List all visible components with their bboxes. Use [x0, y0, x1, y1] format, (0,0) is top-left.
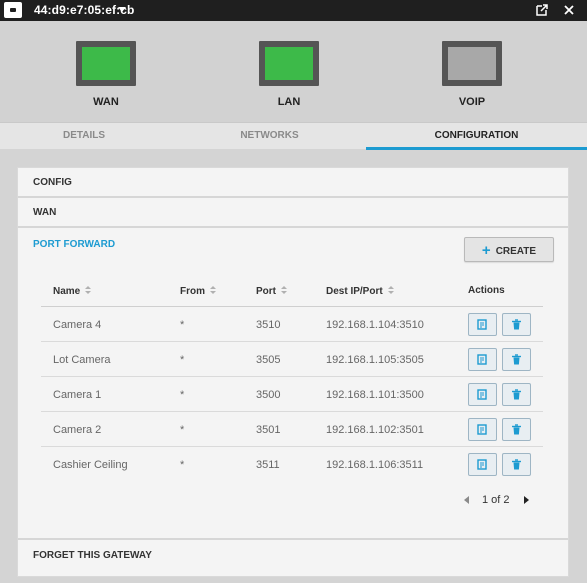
- edit-button[interactable]: [468, 348, 497, 371]
- table-row: Cashier Ceiling * 3511 192.168.1.106:351…: [41, 447, 543, 482]
- tab-configuration[interactable]: CONFIGURATION: [366, 123, 587, 150]
- row-from: *: [180, 354, 185, 366]
- row-port: 3505: [256, 354, 281, 366]
- edit-icon: [477, 354, 487, 365]
- row-port: 3510: [256, 319, 281, 331]
- port-voip-indicator: [442, 41, 502, 86]
- port-wan-label: WAN: [93, 96, 119, 108]
- delete-button[interactable]: [502, 313, 531, 336]
- port-wan-indicator: [76, 41, 136, 86]
- next-page-icon[interactable]: [524, 496, 529, 504]
- edit-icon: [477, 389, 487, 400]
- forget-gateway-section-header[interactable]: FORGET THIS GATEWAY: [18, 538, 568, 576]
- trash-icon: [512, 354, 521, 365]
- column-header-port-label: Port: [256, 286, 276, 297]
- table-row: Camera 1 * 3500 192.168.1.101:3500: [41, 377, 543, 412]
- table-row: Lot Camera * 3505 192.168.1.105:3505: [41, 342, 543, 377]
- row-port: 3511: [256, 459, 280, 471]
- configuration-panel: CONFIG WAN PORT FORWARD + CREATE Name Fro…: [17, 167, 569, 577]
- page-indicator: 1 of 2: [482, 494, 510, 506]
- port-status-area: WAN LAN VOIP: [0, 21, 587, 122]
- port-voip-label: VOIP: [458, 96, 486, 108]
- row-from: *: [180, 459, 185, 471]
- dropdown-caret-icon[interactable]: [118, 7, 126, 12]
- sort-icon: [85, 286, 92, 295]
- table-row: Camera 4 * 3510 192.168.1.104:3510: [41, 307, 543, 342]
- tab-networks[interactable]: NETWORKS: [184, 123, 355, 150]
- column-header-name-label: Name: [53, 286, 81, 297]
- delete-button[interactable]: [502, 383, 531, 406]
- trash-icon: [512, 424, 521, 435]
- sort-icon: [210, 286, 216, 295]
- row-from: *: [180, 424, 185, 436]
- row-from: *: [180, 389, 185, 401]
- edit-icon: [477, 459, 487, 470]
- row-dest: 192.168.1.105:3505: [326, 354, 424, 366]
- title-bar: 44:d9:e7:05:ef:cb: [0, 0, 587, 21]
- port-lan: LAN: [259, 41, 319, 108]
- row-name: Lot Camera: [53, 354, 111, 366]
- trash-icon: [512, 319, 521, 330]
- row-dest: 192.168.1.104:3510: [326, 319, 424, 331]
- column-header-from-label: From: [180, 286, 205, 297]
- delete-button[interactable]: [502, 348, 531, 371]
- table-row: Camera 2 * 3501 192.168.1.102:3501: [41, 412, 543, 447]
- row-name: Camera 1: [53, 389, 102, 401]
- row-dest: 192.168.1.102:3501: [326, 424, 424, 436]
- column-header-actions: Actions: [468, 285, 505, 296]
- row-port: 3501: [256, 424, 281, 436]
- column-header-dest[interactable]: Dest IP/Port: [326, 285, 394, 297]
- edit-icon: [477, 319, 487, 330]
- tab-bar: DETAILS NETWORKS CONFIGURATION: [0, 122, 587, 150]
- row-port: 3500: [256, 389, 281, 401]
- row-dest: 192.168.1.106:3511: [326, 459, 424, 471]
- trash-icon: [512, 459, 521, 470]
- edit-icon: [477, 424, 487, 435]
- close-icon[interactable]: [561, 2, 577, 18]
- port-lan-indicator: [259, 41, 319, 86]
- row-name: Camera 2: [53, 424, 102, 436]
- sort-icon: [387, 286, 394, 295]
- delete-button[interactable]: [502, 453, 531, 476]
- edit-button[interactable]: [468, 313, 497, 336]
- row-dest: 192.168.1.101:3500: [326, 389, 424, 401]
- port-lan-label: LAN: [277, 96, 301, 108]
- device-icon: [4, 2, 22, 18]
- tab-details[interactable]: DETAILS: [0, 123, 168, 150]
- port-forward-title[interactable]: PORT FORWARD: [33, 239, 115, 250]
- column-header-dest-label: Dest IP/Port: [326, 286, 383, 297]
- column-header-port[interactable]: Port: [256, 285, 287, 297]
- trash-icon: [512, 389, 521, 400]
- popout-icon[interactable]: [534, 2, 550, 18]
- edit-button[interactable]: [468, 453, 497, 476]
- sort-icon: [281, 286, 287, 295]
- wan-section-header[interactable]: WAN: [18, 198, 568, 228]
- row-from: *: [180, 319, 185, 331]
- row-name: Cashier Ceiling: [53, 459, 128, 471]
- port-wan: WAN: [76, 41, 136, 108]
- port-voip: VOIP: [442, 41, 502, 108]
- row-name: Camera 4: [53, 319, 102, 331]
- edit-button[interactable]: [468, 418, 497, 441]
- column-header-from[interactable]: From: [180, 285, 216, 297]
- create-button-label: CREATE: [495, 246, 537, 257]
- pagination: 1 of 2: [464, 494, 534, 508]
- column-header-name[interactable]: Name: [53, 285, 92, 297]
- delete-button[interactable]: [502, 418, 531, 441]
- plus-icon: +: [481, 242, 491, 259]
- prev-page-icon[interactable]: [464, 496, 469, 504]
- edit-button[interactable]: [468, 383, 497, 406]
- create-button[interactable]: + CREATE: [464, 237, 554, 262]
- config-section-header[interactable]: CONFIG: [18, 168, 568, 198]
